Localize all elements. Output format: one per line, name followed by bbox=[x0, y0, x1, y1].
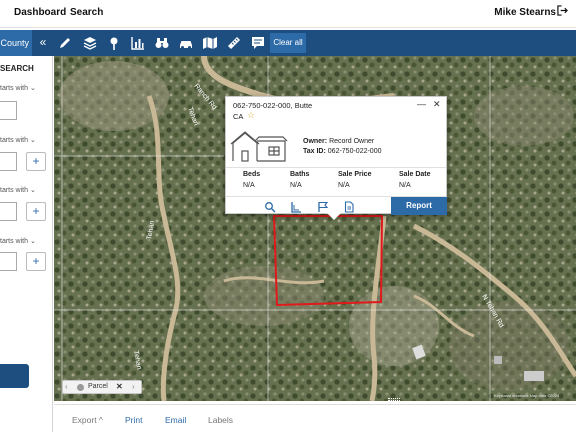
ruler-angle-icon[interactable] bbox=[290, 200, 302, 213]
filter-input[interactable] bbox=[0, 202, 17, 221]
stat-label-sale-date: Sale Date bbox=[399, 171, 431, 178]
tax-label: Tax ID: bbox=[303, 148, 326, 155]
bottom-action-bar: Export ^ Print Email Labels bbox=[54, 404, 576, 432]
close-icon[interactable]: ✕ bbox=[433, 99, 441, 110]
map-toolbar: County « Clear all bbox=[0, 30, 576, 56]
search-panel: SEARCH tarts with ⌄ tarts with ⌄ + tarts… bbox=[0, 56, 53, 432]
stat-label-sale-price: Sale Price bbox=[338, 171, 372, 178]
filter-input[interactable] bbox=[0, 152, 17, 171]
add-filter-button[interactable]: + bbox=[26, 202, 46, 221]
filter-label[interactable]: tarts with ⌄ bbox=[0, 237, 36, 245]
house-icon bbox=[229, 125, 289, 163]
logout-icon[interactable] bbox=[557, 5, 568, 19]
map-icon[interactable] bbox=[202, 35, 218, 51]
stat-value-baths: N/A bbox=[290, 182, 302, 189]
layers-icon[interactable] bbox=[82, 35, 98, 51]
print-link[interactable]: Print bbox=[125, 415, 142, 425]
parcel-popup: 062-750-022-000, Butte CA ☆ — ✕ Owner: R… bbox=[225, 96, 447, 220]
chip-left-arrow[interactable]: ‹ bbox=[65, 382, 68, 391]
minimize-icon[interactable]: — bbox=[417, 99, 426, 109]
map-attribution[interactable]: Keyboard shortcuts Map data ©2024 bbox=[494, 393, 559, 398]
chevron-down-icon: ⌄ bbox=[29, 187, 36, 194]
document-icon[interactable] bbox=[343, 200, 355, 213]
report-button[interactable]: Report bbox=[391, 197, 447, 215]
chevron-down-icon: ⌄ bbox=[29, 238, 36, 245]
chip-label: Parcel bbox=[88, 383, 108, 390]
search-submit-button[interactable] bbox=[0, 364, 29, 388]
chart-icon[interactable] bbox=[130, 35, 146, 51]
filter-label[interactable]: tarts with ⌄ bbox=[0, 136, 36, 144]
star-icon[interactable]: ☆ bbox=[247, 110, 255, 121]
popup-state: CA bbox=[233, 112, 244, 121]
add-filter-button[interactable]: + bbox=[26, 252, 46, 271]
collapse-panel-button[interactable]: « bbox=[35, 30, 51, 56]
nav-search[interactable]: Search bbox=[70, 7, 103, 18]
tax-value: 062-750-022-000 bbox=[327, 148, 382, 155]
stat-value-beds: N/A bbox=[243, 182, 255, 189]
labels-link[interactable]: Labels bbox=[208, 415, 233, 425]
divider bbox=[226, 167, 446, 168]
filter-label[interactable]: tarts with ⌄ bbox=[0, 186, 36, 194]
add-filter-button[interactable]: + bbox=[26, 152, 46, 171]
binoculars-icon[interactable] bbox=[154, 35, 170, 51]
owner-label: Owner: bbox=[303, 138, 328, 145]
chip-remove-icon[interactable]: ✕ bbox=[116, 382, 123, 391]
chevron-down-icon: ⌄ bbox=[29, 85, 36, 92]
chevron-down-icon: ⌄ bbox=[29, 137, 36, 144]
popup-actions: Report bbox=[226, 196, 447, 215]
stat-label-baths: Baths bbox=[290, 171, 310, 178]
owner-line: Owner: Record Owner bbox=[303, 138, 374, 145]
comment-icon[interactable] bbox=[250, 35, 266, 51]
owner-value: Record Owner bbox=[329, 138, 375, 145]
pencil-icon[interactable] bbox=[57, 35, 73, 51]
email-link[interactable]: Email bbox=[165, 415, 186, 425]
county-selector[interactable]: County bbox=[0, 30, 32, 56]
tax-line: Tax ID: 062-750-022-000 bbox=[303, 148, 382, 155]
car-icon[interactable] bbox=[178, 35, 194, 51]
resize-grip[interactable] bbox=[388, 398, 400, 401]
filter-input[interactable] bbox=[0, 252, 17, 271]
map-pin-icon[interactable] bbox=[106, 35, 122, 51]
export-menu[interactable]: Export ^ bbox=[72, 415, 103, 425]
parcel-layer-chip[interactable]: ‹ Parcel ✕ › bbox=[62, 380, 142, 394]
search-panel-title: SEARCH bbox=[0, 64, 34, 73]
flag-icon[interactable] bbox=[317, 200, 329, 212]
search-icon[interactable] bbox=[264, 200, 276, 213]
user-name[interactable]: Mike Stearns bbox=[494, 7, 556, 18]
stat-label-beds: Beds bbox=[243, 171, 261, 178]
stat-value-sale-date: N/A bbox=[399, 182, 411, 189]
popup-title: 062-750-022-000, Butte bbox=[233, 101, 313, 110]
chip-right-arrow[interactable]: › bbox=[132, 382, 135, 391]
parcel-dot-icon bbox=[77, 384, 84, 391]
filter-label[interactable]: tarts with ⌄ bbox=[0, 84, 36, 92]
ruler-icon[interactable] bbox=[226, 35, 242, 51]
nav-dashboard[interactable]: Dashboard bbox=[14, 7, 66, 18]
filter-input[interactable] bbox=[0, 101, 17, 120]
top-header: Dashboard Search Mike Stearns bbox=[0, 0, 576, 28]
stat-value-sale-price: N/A bbox=[338, 182, 350, 189]
clear-all-button[interactable]: Clear all bbox=[270, 33, 306, 53]
